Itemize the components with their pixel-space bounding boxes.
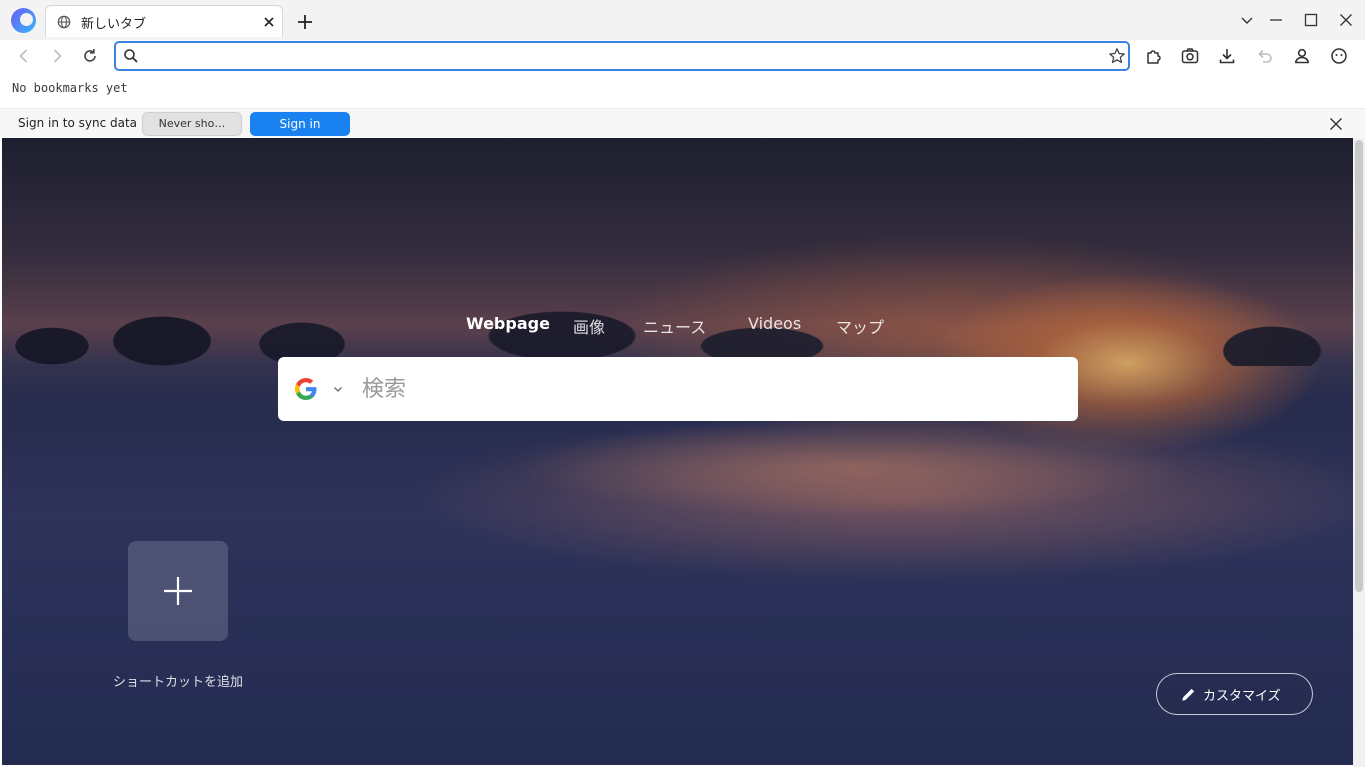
tab-strip: 新しいタブ xyxy=(0,0,1365,40)
navigation-toolbar xyxy=(0,40,1365,72)
bookmark-star-icon[interactable] xyxy=(1108,47,1126,65)
forward-arrow-icon[interactable] xyxy=(47,46,67,66)
add-shortcut-button[interactable] xyxy=(128,541,228,641)
search-icon xyxy=(124,49,138,63)
undo-icon[interactable] xyxy=(1255,46,1275,66)
add-shortcut-label: ショートカットを追加 xyxy=(112,675,243,690)
reload-icon[interactable] xyxy=(80,46,100,66)
search-box[interactable] xyxy=(278,357,1078,421)
screenshot-camera-icon[interactable] xyxy=(1180,46,1200,66)
bookmarks-bar: No bookmarks yet xyxy=(0,72,1365,108)
tab-new-tab[interactable]: 新しいタブ xyxy=(45,5,283,37)
tab-list-chevron-icon[interactable] xyxy=(1239,12,1255,28)
category-tab-webpage[interactable]: Webpage xyxy=(466,314,550,333)
account-icon[interactable] xyxy=(1292,46,1312,66)
category-tab-videos[interactable]: Videos xyxy=(748,314,801,333)
menu-smiley-icon[interactable] xyxy=(1329,46,1349,66)
engine-dropdown-chevron-icon[interactable] xyxy=(333,384,343,394)
back-arrow-icon[interactable] xyxy=(14,46,34,66)
address-bar[interactable] xyxy=(114,41,1130,71)
extensions-puzzle-icon[interactable] xyxy=(1144,46,1164,66)
google-g-icon[interactable] xyxy=(292,375,320,403)
bookmarks-empty-text: No bookmarks yet xyxy=(12,81,128,95)
new-tab-plus-icon[interactable] xyxy=(296,13,314,31)
download-icon[interactable] xyxy=(1217,46,1237,66)
sign-in-button[interactable]: Sign in xyxy=(250,112,350,136)
globe-icon xyxy=(57,15,71,29)
window-close-icon[interactable] xyxy=(1338,12,1354,28)
scrollbar-thumb[interactable] xyxy=(1355,140,1363,592)
never-show-button[interactable]: Never sho… xyxy=(142,112,242,136)
new-tab-page: Webpage 画像 ニュース Videos マップ ショートカットを追加 カス… xyxy=(2,138,1353,765)
vertical-scrollbar[interactable] xyxy=(1353,138,1365,767)
app-logo-icon[interactable] xyxy=(11,8,36,33)
sync-message: Sign in to sync data xyxy=(18,116,138,130)
plus-icon xyxy=(164,577,192,605)
tab-close-icon[interactable] xyxy=(262,15,276,29)
infobar-close-icon[interactable] xyxy=(1328,116,1344,132)
category-tab-images[interactable]: 画像 xyxy=(573,314,605,338)
search-input[interactable] xyxy=(362,373,1052,405)
category-tab-news[interactable]: ニュース xyxy=(643,314,706,338)
address-input[interactable] xyxy=(146,46,1086,66)
minimize-icon[interactable] xyxy=(1268,12,1284,28)
sync-infobar: Sign in to sync data Never sho… Sign in xyxy=(0,108,1365,138)
category-tab-maps[interactable]: マップ xyxy=(836,314,884,338)
customize-button[interactable]: カスタマイズ xyxy=(1156,673,1313,715)
customize-label: カスタマイズ xyxy=(1203,689,1281,704)
maximize-icon[interactable] xyxy=(1303,12,1319,28)
pencil-icon xyxy=(1182,688,1195,701)
tab-title: 新しいタブ xyxy=(81,17,147,32)
